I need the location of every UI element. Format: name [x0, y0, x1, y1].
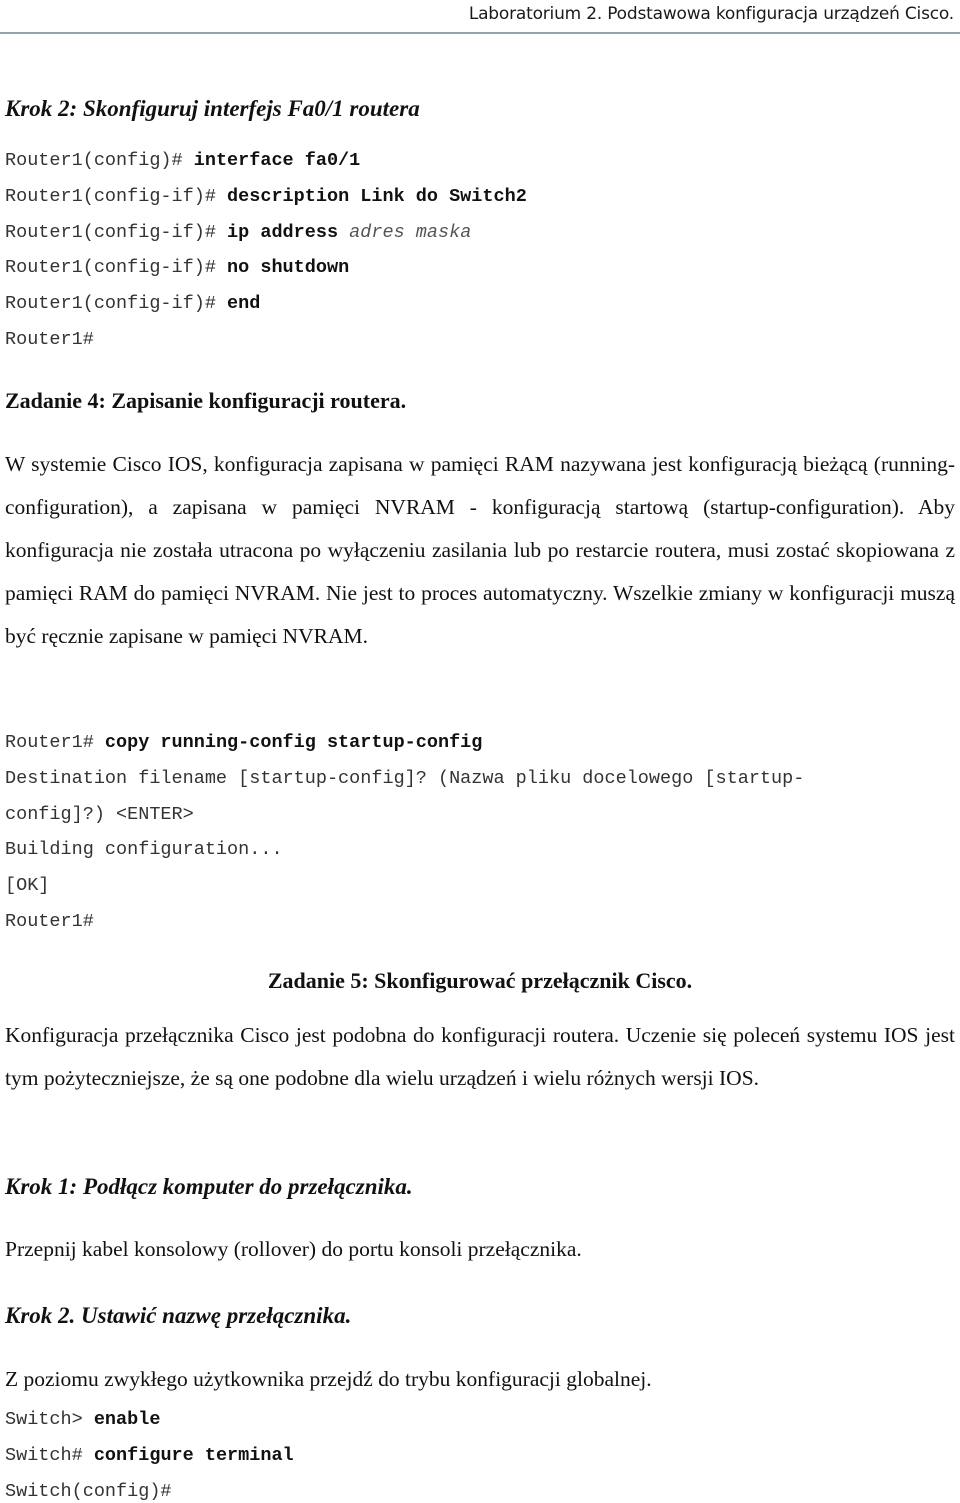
terminal-line: Destination filename [startup-config]? (… — [5, 768, 805, 789]
krok1-switch-text: Przepnij kabel konsolowy (rollover) do p… — [5, 1237, 582, 1261]
terminal-line: Switch> enable — [5, 1409, 161, 1430]
krok2-switch-text: Z poziomu zwykłego użytkownika przejdź d… — [5, 1367, 652, 1391]
zadanie5-heading: Zadanie 5: Skonfigurować przełącznik Cis… — [267, 968, 693, 993]
zadanie5-paragraph: Konfiguracja przełącznika Cisco jest pod… — [5, 1023, 955, 1090]
terminal-line: Router1(config-if)# description Link do … — [5, 186, 527, 207]
zadanie4-paragraph: W systemie Cisco IOS, konfiguracja zapis… — [5, 452, 955, 648]
terminal-line: Router1(config)# interface fa0/1 — [5, 150, 361, 171]
header-divider — [0, 32, 960, 34]
terminal-line: Router1(config-if)# end — [5, 293, 261, 314]
krok2-switch-heading: Krok 2. Ustawić nazwę przełącznika. — [5, 1303, 352, 1328]
krok2-router-heading: Krok 2: Skonfiguruj interfejs Fa0/1 rout… — [5, 96, 420, 121]
terminal-line: Building configuration... — [5, 839, 283, 860]
terminal-line: Switch(config)# — [5, 1481, 172, 1502]
terminal-line: Router1# — [5, 329, 94, 350]
terminal-line: Switch# configure terminal — [5, 1445, 294, 1466]
krok1-switch-heading: Krok 1: Podłącz komputer do przełącznika… — [5, 1174, 413, 1199]
terminal-line: config]?) <ENTER> — [5, 804, 194, 825]
terminal-line: Router1(config-if)# no shutdown — [5, 257, 350, 278]
terminal-line: [OK] — [5, 875, 50, 896]
page-header-title: Laboratorium 2. Podstawowa konfiguracja … — [468, 4, 954, 24]
terminal-line: Router1# — [5, 911, 94, 932]
terminal-line: Router1# copy running-config startup-con… — [5, 732, 483, 753]
zadanie4-heading: Zadanie 4: Zapisanie konfiguracji router… — [5, 388, 407, 413]
terminal-line: Router1(config-if)# ip address adres mas… — [5, 222, 472, 243]
